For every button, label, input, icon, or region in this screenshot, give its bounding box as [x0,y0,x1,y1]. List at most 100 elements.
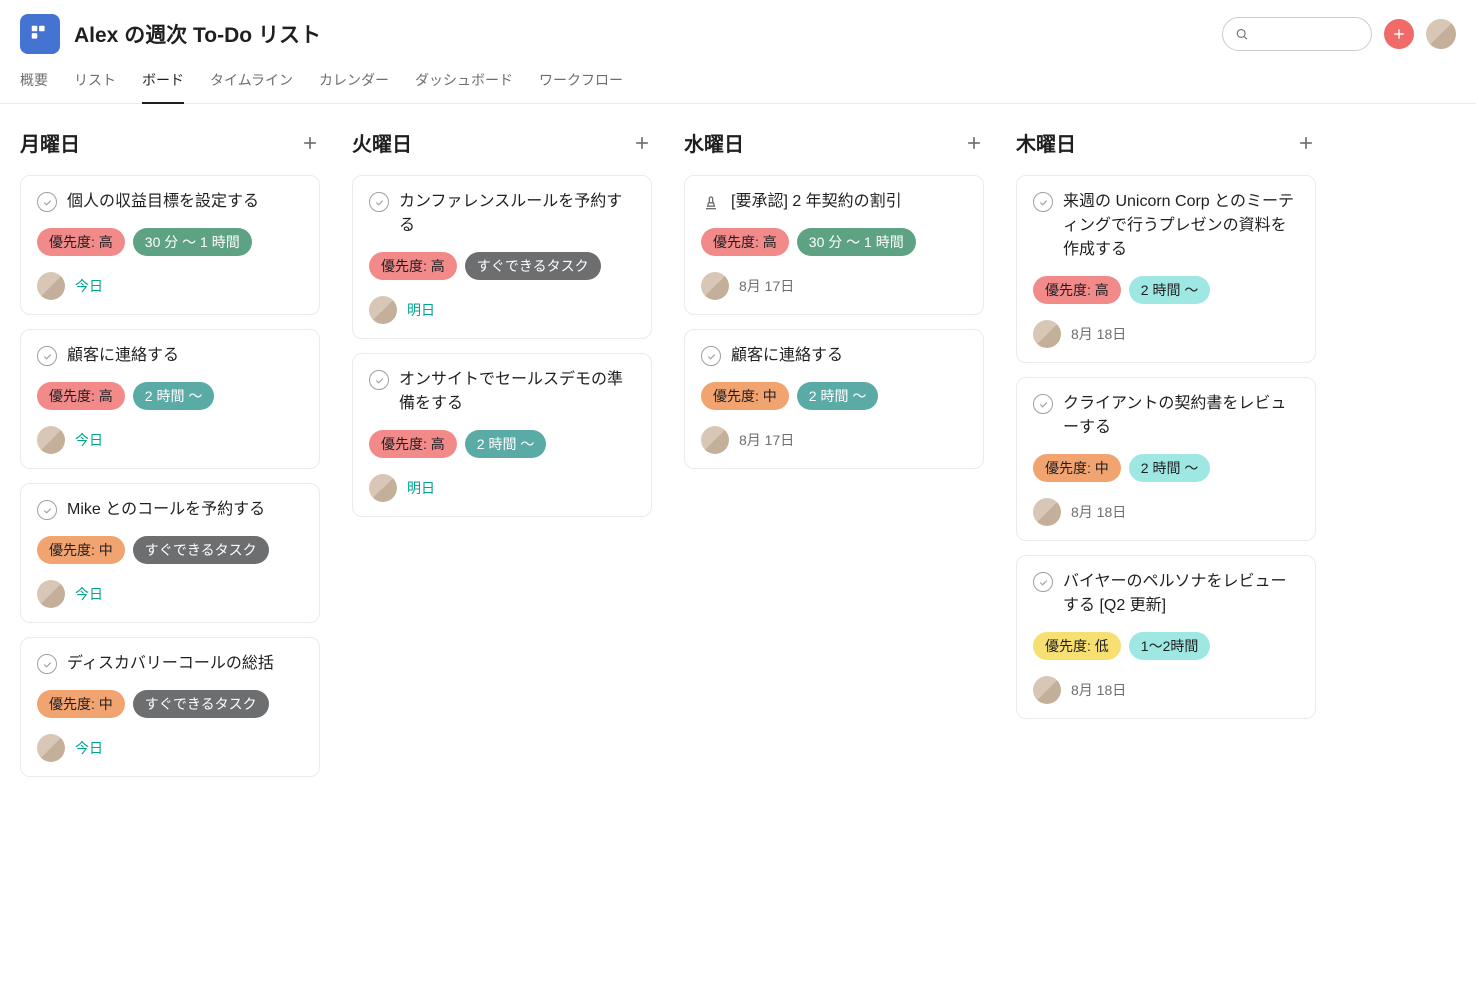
task-card[interactable]: バイヤーのペルソナをレビューする [Q2 更新] 優先度: 低1～2時間 8月 18… [1016,555,1316,719]
badges: 優先度: 高すぐできるタスク [369,252,635,280]
card-footer: 8月 18日 [1033,498,1299,526]
badges: 優先度: 高2 時間 ～ [1033,276,1299,304]
add-card-button[interactable] [632,133,652,153]
task-card[interactable]: ディスカバリーコールの総括優先度: 中すぐできるタスク今日 [20,637,320,777]
column-3: 木曜日来週の Unicorn Corp とのミーティングで行うプレゼンの資料を作… [1016,128,1316,791]
search-input[interactable] [1222,17,1372,51]
badge: 優先度: 低 [1033,632,1121,660]
complete-checkbox[interactable] [37,500,57,520]
assignee-avatar[interactable] [701,426,729,454]
card-title: [要承認] 2 年契約の割引 [731,190,902,214]
assignee-avatar[interactable] [701,272,729,300]
badge: 優先度: 中 [37,536,125,564]
card-title: 来週の Unicorn Corp とのミーティングで行うプレゼンの資料を作成する [1063,190,1299,262]
complete-checkbox[interactable] [701,346,721,366]
card-title: カンファレンスルールを予約する [399,190,635,238]
column-title: 木曜日 [1016,128,1076,157]
complete-checkbox[interactable] [369,370,389,390]
card-footer: 8月 17日 [701,272,967,300]
column-title: 月曜日 [20,128,80,157]
assignee-avatar[interactable] [1033,676,1061,704]
task-card[interactable]: 個人の収益目標を設定する優先度: 高30 分 ～ 1 時間今日 [20,175,320,315]
badge: すぐできるタスク [133,690,269,718]
column-title: 火曜日 [352,128,412,157]
due-date: 今日 [75,430,103,450]
card-footer: 今日 [37,426,303,454]
task-card[interactable]: 顧客に連絡する優先度: 中2 時間 ～8月 17日 [684,329,984,469]
complete-checkbox[interactable] [1033,394,1053,414]
task-card[interactable]: 顧客に連絡する優先度: 高2 時間 ～今日 [20,329,320,469]
card-title: Mike とのコールを予約する [67,498,265,522]
tab-2[interactable]: ボード [142,70,184,104]
tab-0[interactable]: 概要 [20,70,48,103]
column-header: 水曜日 [684,128,984,157]
card-footer: 明日 [369,296,635,324]
tabs: 概要リストボードタイムラインカレンダーダッシュボードワークフロー [0,54,1476,104]
badge: すぐできるタスク [133,536,269,564]
badges: 優先度: 低1～2時間 [1033,632,1299,660]
header: Alex の週次 To-Do リスト [0,0,1476,54]
badge: 2 時間 ～ [133,382,215,410]
assignee-avatar[interactable] [37,426,65,454]
avatar[interactable] [1426,19,1456,49]
task-card[interactable]: 来週の Unicorn Corp とのミーティングで行うプレゼンの資料を作成する… [1016,175,1316,363]
badge: 優先度: 中 [701,382,789,410]
card-title: 個人の収益目標を設定する [67,190,259,214]
card-title: ディスカバリーコールの総括 [67,652,274,676]
add-button[interactable] [1384,19,1414,49]
due-date: 8月 18日 [1071,680,1126,700]
card-title: クライアントの契約書をレビューする [1063,392,1299,440]
add-card-button[interactable] [1296,133,1316,153]
badges: 優先度: 中すぐできるタスク [37,536,303,564]
complete-checkbox[interactable] [369,192,389,212]
complete-checkbox[interactable] [37,346,57,366]
assignee-avatar[interactable] [37,734,65,762]
card-footer: 今日 [37,734,303,762]
tab-5[interactable]: ダッシュボード [415,70,513,103]
card-title: バイヤーのペルソナをレビューする [Q2 更新] [1063,570,1299,618]
column-header: 月曜日 [20,128,320,157]
task-card[interactable]: オンサイトでセールスデモの準備をする優先度: 高2 時間 ～明日 [352,353,652,517]
add-card-button[interactable] [964,133,984,153]
due-date: 8月 17日 [739,430,794,450]
assignee-avatar[interactable] [37,580,65,608]
assignee-avatar[interactable] [369,474,397,502]
badges: 優先度: 中2 時間 ～ [701,382,967,410]
complete-checkbox[interactable] [1033,192,1053,212]
board: 月曜日個人の収益目標を設定する優先度: 高30 分 ～ 1 時間今日顧客に連絡す… [0,104,1476,815]
assignee-avatar[interactable] [1033,320,1061,348]
tab-6[interactable]: ワークフロー [539,70,623,103]
badge: 優先度: 中 [37,690,125,718]
task-card[interactable]: クライアントの契約書をレビューする優先度: 中2 時間 ～8月 18日 [1016,377,1316,541]
column-0: 月曜日個人の収益目標を設定する優先度: 高30 分 ～ 1 時間今日顧客に連絡す… [20,128,320,791]
assignee-avatar[interactable] [1033,498,1061,526]
badges: 優先度: 高30 分 ～ 1 時間 [37,228,303,256]
badge: 優先度: 高 [37,228,125,256]
column-1: 火曜日カンファレンスルールを予約する優先度: 高すぐできるタスク明日オンサイトで… [352,128,652,791]
complete-checkbox[interactable] [37,654,57,674]
search-field[interactable] [1254,27,1359,42]
tab-1[interactable]: リスト [74,70,116,103]
badge: 30 分 ～ 1 時間 [797,228,916,256]
badge: 優先度: 高 [701,228,789,256]
due-date: 今日 [75,276,103,296]
badge: 優先度: 高 [369,252,457,280]
column-header: 木曜日 [1016,128,1316,157]
task-card[interactable]: Mike とのコールを予約する優先度: 中すぐできるタスク今日 [20,483,320,623]
tab-3[interactable]: タイムライン [210,70,293,103]
complete-checkbox[interactable] [1033,572,1053,592]
task-card[interactable]: [要承認] 2 年契約の割引優先度: 高 30 分 ～ 1 時間8月 17日 [684,175,984,315]
complete-checkbox[interactable] [37,192,57,212]
add-card-button[interactable] [300,133,320,153]
task-card[interactable]: カンファレンスルールを予約する優先度: 高すぐできるタスク明日 [352,175,652,339]
due-date: 8月 17日 [739,276,794,296]
badge: 2 時間 ～ [1129,276,1211,304]
page-title: Alex の週次 To-Do リスト [74,19,321,49]
due-date: 今日 [75,738,103,758]
assignee-avatar[interactable] [37,272,65,300]
assignee-avatar[interactable] [369,296,397,324]
app-icon [20,14,60,54]
badges: 優先度: 高2 時間 ～ [369,430,635,458]
tab-4[interactable]: カレンダー [319,70,389,103]
column-header: 火曜日 [352,128,652,157]
